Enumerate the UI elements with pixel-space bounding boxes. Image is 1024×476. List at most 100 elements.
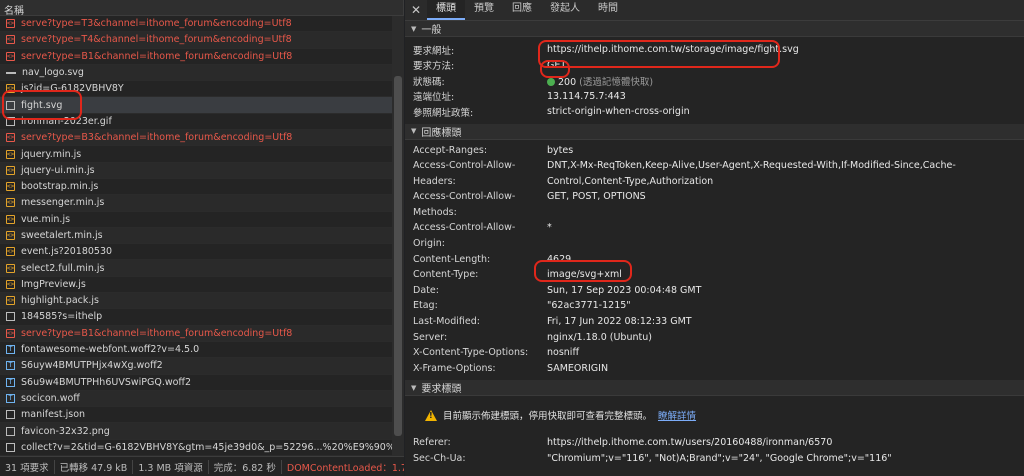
header-value-text: Sun, 17 Sep 2023 00:04:48 GMT <box>547 284 702 296</box>
tab-preview[interactable]: 預覽 <box>465 0 503 20</box>
warning-icon <box>425 409 437 421</box>
request-row[interactable]: <> serve?type=B1&channel=ithome_forum&enc… <box>0 49 392 65</box>
scrollbar-thumb[interactable] <box>394 76 402 436</box>
font-file-icon: T <box>6 393 15 403</box>
request-row[interactable]: nav_logo.svg <box>0 64 392 82</box>
request-row[interactable]: Tsocicon.woff <box>0 390 392 408</box>
header-row: 要求網址: https://ithelp.ithome.com.tw/storag… <box>405 42 1024 58</box>
request-row[interactable]: <> event.js?20180530 <box>0 244 392 261</box>
header-row: Referer: https://ithelp.ithome.com.tw/use… <box>405 434 1024 450</box>
header-key: Etag: <box>413 300 438 312</box>
request-name: vue.min.js <box>21 213 71 225</box>
request-name: select2.full.min.js <box>21 262 105 274</box>
request-row[interactable]: ironman-2023er.gif <box>0 114 392 131</box>
header-value-text: GET, POST, OPTIONS <box>547 191 646 203</box>
request-headers-section-header[interactable]: ▼ 要求標頭 <box>405 380 1024 397</box>
script-file-icon: <> <box>6 182 15 192</box>
response-headers-section: Accept-Ranges: bytes Access-Control-Allow-… <box>405 140 1024 377</box>
request-name: serve?type=T3&channel=ithome_forum&encod… <box>21 18 292 30</box>
request-row[interactable]: <> serve?type=T3&channel=ithome_forum&enc… <box>0 16 392 33</box>
header-value: GET, POST, OPTIONS <box>547 189 987 205</box>
request-row[interactable]: <> js?id=G-6182VBHV8Y <box>0 81 392 98</box>
header-value: * <box>547 220 987 236</box>
header-key: Last-Modified: <box>413 316 480 328</box>
request-row[interactable]: <> serve?type=B3&channel=ithome_forum&enc… <box>0 130 392 147</box>
header-value-text: image/svg+xml <box>547 269 622 281</box>
tab-headers[interactable]: 標頭 <box>427 0 465 20</box>
header-key: Referer: <box>413 436 451 448</box>
header-value-text: "Chromium";v="116", "Not)A;Brand";v="24"… <box>547 452 892 464</box>
triangle-down-icon: ▼ <box>411 127 417 135</box>
general-title: 一般 <box>421 25 442 36</box>
header-value-text: https://ithelp.ithome.com.tw/storage/ima… <box>547 44 799 56</box>
request-list-scrollbar[interactable] <box>392 16 404 456</box>
request-row[interactable]: <> serve?type=T4&channel=ithome_forum&enc… <box>0 32 392 49</box>
request-row[interactable]: <> select2.full.min.js <box>0 260 392 277</box>
header-value: bytes <box>547 143 987 159</box>
header-value-text: bytes <box>547 144 574 156</box>
request-row[interactable]: Tfontawesome-webfont.woff2?v=4.5.0 <box>0 342 392 359</box>
request-row[interactable]: collect?v=2&tid=G-6182VBHV8Y&gtm=45je39d… <box>0 440 392 456</box>
script-err-file-icon: <> <box>6 328 15 338</box>
name-column-header[interactable]: 名稱 <box>0 0 403 17</box>
request-row[interactable]: fight.svg <box>0 97 392 114</box>
svg-file-icon <box>6 71 16 74</box>
request-headers-section: Referer: https://ithelp.ithome.com.tw/use… <box>405 434 1024 466</box>
script-err-file-icon: <> <box>6 19 15 29</box>
general-section: 要求網址: https://ithelp.ithome.com.tw/storag… <box>405 37 1024 120</box>
request-row[interactable]: <> highlight.pack.js <box>0 293 392 310</box>
general-section-header[interactable]: ▼ 一般 <box>405 21 1024 37</box>
request-row[interactable]: 184585?s=ithelp <box>0 309 392 326</box>
tab-response[interactable]: 回應 <box>503 0 541 20</box>
header-row: 狀態碼: 200 (透過記憶體快取) <box>405 73 1024 89</box>
request-name: favicon-32x32.png <box>21 425 110 437</box>
summary-status-bar: 31 項要求 已轉移 47.9 kB 1.3 MB 項資源 完成：6.82 秒 … <box>0 456 404 476</box>
header-row: Accept-Ranges: bytes <box>405 143 1024 159</box>
script-file-icon: <> <box>6 263 15 273</box>
learn-more-link[interactable]: 瞭解詳情 <box>658 408 696 422</box>
request-row[interactable]: T S6uyw4BMUTPHjx4wXg.woff2 <box>0 358 392 375</box>
request-row[interactable]: <> jquery-ui.min.js <box>0 162 392 179</box>
header-value: image/svg+xml <box>547 267 987 283</box>
dom-content-loaded: DOMContentLoaded：1.76 s <box>286 462 404 474</box>
header-key: 狀態碼: <box>413 76 445 88</box>
finish-time: 完成：6.82 秒 <box>209 459 282 474</box>
request-list-panel: 名稱 <> serve?type=T3&channel=ithome_forum&… <box>0 0 404 476</box>
request-row[interactable]: favicon-32x32.png <box>0 423 392 440</box>
tab-initiator[interactable]: 發起人 <box>541 0 589 20</box>
request-row[interactable]: <> vue.min.js <box>0 212 392 228</box>
header-value: Sun, 17 Sep 2023 00:04:48 GMT <box>547 283 987 299</box>
request-row[interactable]: <> bootstrap.min.js <box>0 179 392 196</box>
doc-file-icon <box>6 100 15 110</box>
request-name: sweetalert.min.js <box>21 230 103 241</box>
response-headers-section-header[interactable]: ▼ 回應標頭 <box>405 123 1024 140</box>
request-row[interactable]: T S6u9w4BMUTPHh6UVSwiPGQ.woff2 <box>0 375 392 391</box>
request-row[interactable]: <> messenger.min.js <box>0 195 392 212</box>
header-value-text: "62ac3771-1215" <box>547 300 631 312</box>
header-value-text: 4629 <box>547 253 572 265</box>
script-file-icon: <> <box>6 165 15 175</box>
request-name: fontawesome-webfont.woff2?v=4.5.0 <box>21 344 200 356</box>
request-name: highlight.pack.js <box>21 295 99 307</box>
header-value: 4629 <box>547 252 987 268</box>
font-file-icon: T <box>6 377 15 387</box>
request-row[interactable]: <> serve?type=B1&channel=ithome_forum&enc… <box>0 325 392 342</box>
request-row[interactable]: <> jquery.min.js <box>0 146 392 163</box>
close-icon[interactable]: ✕ <box>405 0 427 20</box>
request-row[interactable]: <> sweetalert.min.js <box>0 227 392 245</box>
details-tabs: ✕ 標頭 預覽 回應 發起人 時間 <box>405 0 1024 21</box>
header-value-text: * <box>547 222 552 234</box>
header-value: 200 (透過記憶體快取) <box>547 74 653 88</box>
tab-timing[interactable]: 時間 <box>589 0 627 20</box>
request-name: socicon.woff <box>21 392 80 404</box>
header-key: Accept-Ranges: <box>413 144 488 156</box>
request-row[interactable]: manifest.json <box>0 407 392 424</box>
request-list: <> serve?type=T3&channel=ithome_forum&enc… <box>0 16 392 456</box>
request-row[interactable]: <> ImgPreview.js <box>0 277 392 294</box>
script-err-file-icon: <> <box>6 51 15 61</box>
script-err-file-icon: <> <box>6 133 15 143</box>
header-row: Access-Control-Allow-Methods: GET, POST, … <box>405 189 1024 220</box>
request-headers-title: 要求標頭 <box>421 384 462 396</box>
request-name: jquery-ui.min.js <box>21 164 95 176</box>
request-count: 31 項要求 <box>0 459 55 474</box>
